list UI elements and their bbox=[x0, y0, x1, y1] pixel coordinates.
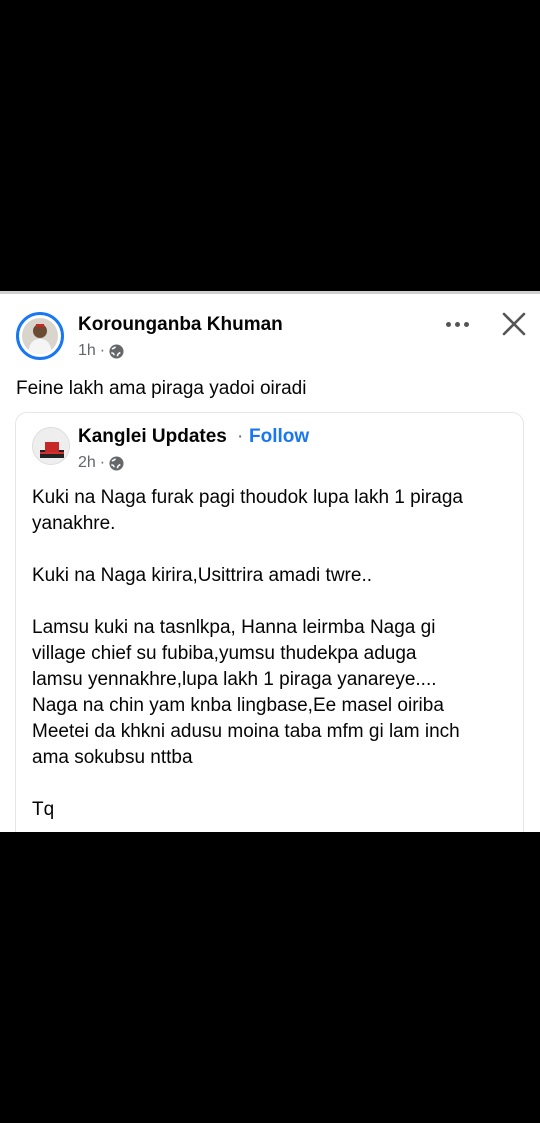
shared-post-meta: 2h · bbox=[78, 454, 124, 472]
body-line: Tq bbox=[32, 799, 55, 820]
body-line: Meetei da khkni adusu moina taba mfm gi … bbox=[32, 721, 460, 742]
body-line: ama sokubsu nttba bbox=[32, 747, 193, 768]
page-logo[interactable] bbox=[32, 427, 70, 465]
body-line: yanakhre. bbox=[32, 513, 116, 534]
body-line: lamsu yennakhre,lupa lakh 1 piraga yanar… bbox=[32, 669, 437, 690]
body-line: Naga na chin yam knba lingbase,Ee masel … bbox=[32, 695, 444, 716]
body-line: village chief su fubiba,yumsu thudekpa a… bbox=[32, 643, 417, 664]
body-line: Kuki na Naga furak pagi thoudok lupa lak… bbox=[32, 487, 463, 508]
shared-post-time[interactable]: 2h bbox=[78, 454, 96, 472]
follow-button[interactable]: Follow bbox=[249, 426, 309, 448]
page-separator: · bbox=[237, 426, 244, 447]
author-avatar[interactable] bbox=[16, 312, 64, 360]
meta-separator: · bbox=[99, 454, 106, 471]
shared-post-body: Kuki na Naga furak pagi thoudok lupa lak… bbox=[32, 485, 516, 823]
body-line: Kuki na Naga kirira,Usittrira amadi twre… bbox=[32, 565, 372, 586]
post-text: Feine lakh ama piraga yadoi oiradi bbox=[16, 378, 307, 399]
globe-icon bbox=[109, 455, 124, 471]
more-icon bbox=[445, 321, 451, 327]
close-icon bbox=[502, 312, 526, 336]
author-name[interactable]: Korounganba Khuman bbox=[78, 314, 283, 336]
feed-post: Korounganba Khuman 1h · Feine lakh ama p… bbox=[0, 291, 540, 832]
letterbox-bottom bbox=[0, 832, 540, 1123]
letterbox-top bbox=[0, 0, 540, 291]
body-line: Lamsu kuki na tasnlkpa, Hanna leirmba Na… bbox=[32, 617, 436, 638]
post-time[interactable]: 1h bbox=[78, 342, 96, 360]
shared-post[interactable]: Kanglei Updates · Follow 2h · Kuki na Na… bbox=[15, 412, 524, 832]
page-name[interactable]: Kanglei Updates bbox=[78, 426, 227, 448]
more-options-button[interactable] bbox=[440, 312, 474, 336]
post-meta: 1h · bbox=[78, 342, 124, 360]
meta-separator: · bbox=[99, 342, 106, 359]
close-button[interactable] bbox=[498, 308, 530, 340]
globe-icon bbox=[109, 343, 124, 359]
